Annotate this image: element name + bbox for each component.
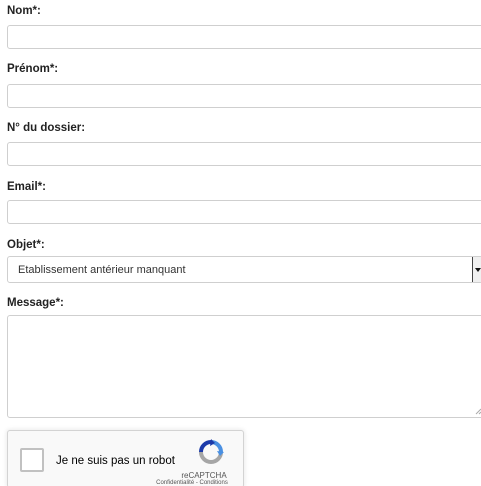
objet-select-value: Etablissement antérieur manquant [18, 264, 186, 276]
dossier-input[interactable] [7, 142, 481, 166]
dossier-label: N° du dossier: [7, 122, 86, 134]
recaptcha-privacy-terms-link[interactable]: Confidentialité - Conditions [142, 480, 242, 486]
recaptcha-logo-icon [199, 439, 224, 464]
contact-form: Nom*: Prénom*: N° du dossier: Email*: Ob… [0, 0, 481, 486]
recaptcha-label: Je ne suis pas un robot [56, 455, 175, 467]
nom-label: Nom*: [7, 5, 41, 17]
recaptcha-brand: reCAPTCHA [181, 471, 227, 480]
objet-label: Objet*: [7, 239, 45, 251]
email-label: Email*: [7, 181, 46, 193]
chevron-down-icon[interactable] [472, 257, 481, 282]
recaptcha-checkbox[interactable] [20, 448, 44, 472]
resize-grip-icon[interactable] [475, 408, 481, 415]
objet-select[interactable]: Etablissement antérieur manquant [7, 256, 481, 283]
message-textarea[interactable] [7, 315, 481, 418]
recaptcha-widget: Je ne suis pas un robot reCAPTCHA Confid… [7, 430, 244, 486]
prenom-label: Prénom*: [7, 63, 59, 75]
prenom-input[interactable] [7, 84, 481, 108]
nom-input[interactable] [7, 25, 481, 49]
email-input[interactable] [7, 200, 481, 224]
message-label: Message*: [7, 297, 64, 309]
